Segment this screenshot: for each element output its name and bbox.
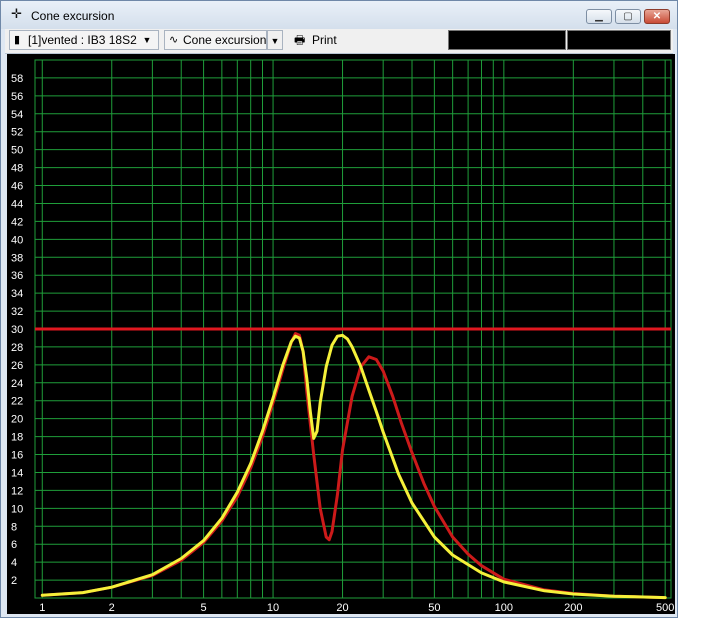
- minimize-button[interactable]: ▁: [586, 9, 612, 24]
- y-tick-label: 56: [11, 91, 23, 103]
- y-tick-label: 44: [11, 198, 23, 210]
- y-tick-label: 14: [11, 467, 23, 479]
- x-tick-label: 2: [109, 602, 115, 614]
- x-tick-label: 200: [564, 602, 582, 614]
- y-tick-label: 38: [11, 252, 23, 264]
- plot-area[interactable]: 2 4 6 8 10 12 14 16 18 20 22 24 26 28 30 32 34 36 38 40 42 44…: [7, 54, 675, 614]
- project-selector-label: [1]vented : IB3 18S2: [28, 33, 137, 47]
- y-tick-label: 34: [11, 288, 23, 300]
- maximize-button[interactable]: ▢: [615, 9, 641, 24]
- readout-box-2: [567, 30, 671, 50]
- graph-selector-label: Cone excursion: [183, 33, 267, 47]
- close-button[interactable]: ✕: [644, 9, 670, 24]
- y-tick-label: 32: [11, 306, 23, 318]
- y-tick-label: 36: [11, 270, 23, 282]
- y-tick-label: 16: [11, 450, 23, 462]
- y-tick-label: 52: [11, 127, 23, 139]
- y-tick-label: 40: [11, 234, 23, 246]
- y-tick-label: 28: [11, 342, 23, 354]
- x-tick-label: 50: [428, 602, 440, 614]
- printer-icon: 🖶: [294, 33, 306, 47]
- y-tick-label: 18: [11, 432, 23, 444]
- y-tick-label: 6: [11, 539, 17, 551]
- print-label: Print: [312, 33, 337, 47]
- close-icon: ✕: [652, 11, 662, 22]
- x-tick-label: 10: [267, 602, 279, 614]
- y-tick-label: 20: [11, 414, 23, 426]
- graph-dropdown-chevron-icon[interactable]: ▼: [267, 30, 283, 50]
- title-bar[interactable]: ✛ Cone excursion ▁ ▢ ✕: [1, 1, 677, 29]
- red-series-line: [40, 332, 667, 600]
- y-tick-label: 42: [11, 216, 23, 228]
- x-tick-label: 1: [39, 602, 45, 614]
- x-tick-label: 100: [495, 602, 513, 614]
- y-tick-label: 22: [11, 396, 23, 408]
- y-tick-label: 10: [11, 503, 23, 515]
- app-window: ✛ Cone excursion ▁ ▢ ✕ ▮ [1]vented : IB3…: [0, 0, 678, 618]
- project-selector[interactable]: ▮ [1]vented : IB3 18S2: [9, 30, 159, 50]
- x-tick-label: 20: [336, 602, 348, 614]
- crosshair-icon: ✛: [11, 6, 22, 21]
- readout-box-1: [448, 30, 566, 50]
- x-tick-label: 500: [656, 602, 674, 614]
- minimize-icon: ▁: [595, 11, 603, 22]
- speaker-icon: ▮: [14, 34, 21, 46]
- waveform-icon: ∿: [169, 34, 179, 46]
- y-tick-label: 48: [11, 163, 23, 175]
- y-tick-label: 26: [11, 360, 23, 372]
- y-tick-label: 4: [11, 557, 17, 569]
- cone-excursion-chart: 2468101214161820222426283032343638404244…: [11, 59, 674, 614]
- y-tick-label: 12: [11, 485, 23, 497]
- y-tick-label: 46: [11, 181, 23, 193]
- x-tick-label: 5: [201, 602, 207, 614]
- yellow-series-line: [40, 333, 667, 600]
- window-title: Cone excursion: [31, 9, 115, 23]
- y-tick-label: 58: [11, 73, 23, 85]
- y-tick-label: 8: [11, 521, 17, 533]
- y-tick-label: 24: [11, 378, 23, 390]
- y-tick-label: 2: [11, 575, 17, 587]
- chevron-down-icon[interactable]: ▼: [139, 30, 155, 50]
- y-tick-label: 30: [11, 324, 23, 336]
- y-tick-label: 50: [11, 145, 23, 157]
- graph-selector[interactable]: ∿ Cone excursion: [164, 30, 267, 50]
- y-tick-label: 54: [11, 109, 23, 121]
- toolbar: ▮ [1]vented : IB3 18S2 ▼ ∿ Cone excursio…: [5, 29, 673, 54]
- maximize-icon: ▢: [623, 11, 633, 22]
